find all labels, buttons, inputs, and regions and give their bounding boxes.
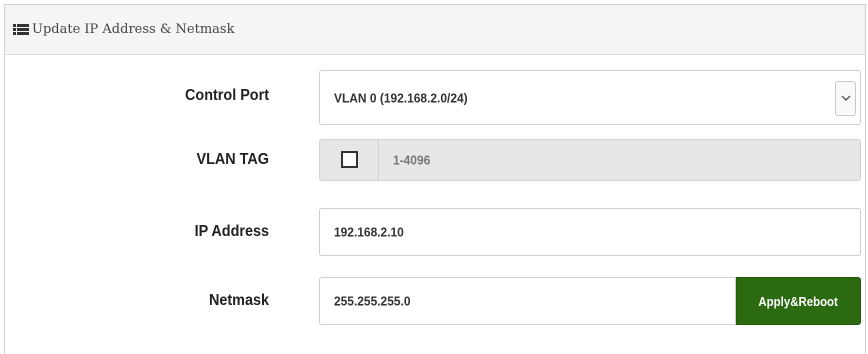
ip-address-input[interactable]: 192.168.2.10 — [319, 208, 861, 256]
chevron-down-icon[interactable] — [835, 81, 856, 116]
apply-reboot-button[interactable]: Apply&Reboot — [736, 277, 861, 325]
vlan-tag-label: VLAN TAG — [196, 151, 269, 168]
vlan-tag-input-group: 1-4096 — [319, 139, 861, 181]
apply-reboot-label: Apply&Reboot — [758, 293, 839, 309]
control-port-label: Control Port — [185, 87, 269, 104]
netmask-label: Netmask — [208, 292, 269, 309]
vlan-tag-checkbox[interactable] — [341, 151, 358, 168]
vlan-tag-input[interactable]: 1-4096 — [393, 153, 430, 168]
control-port-select[interactable]: VLAN 0 (192.168.2.0/24) — [319, 70, 861, 125]
vlan-tag-checkbox-addon — [320, 140, 379, 180]
list-icon — [13, 24, 29, 35]
control-port-selected-value: VLAN 0 (192.168.2.0/24) — [334, 90, 468, 105]
ip-address-value: 192.168.2.10 — [334, 224, 404, 240]
ip-address-label: IP Address — [194, 223, 269, 240]
panel-title: Update IP Address & Netmask — [32, 22, 235, 37]
panel-header: Update IP Address & Netmask — [5, 5, 865, 55]
netmask-input[interactable]: 255.255.255.0 — [319, 277, 736, 325]
netmask-value: 255.255.255.0 — [334, 293, 411, 309]
